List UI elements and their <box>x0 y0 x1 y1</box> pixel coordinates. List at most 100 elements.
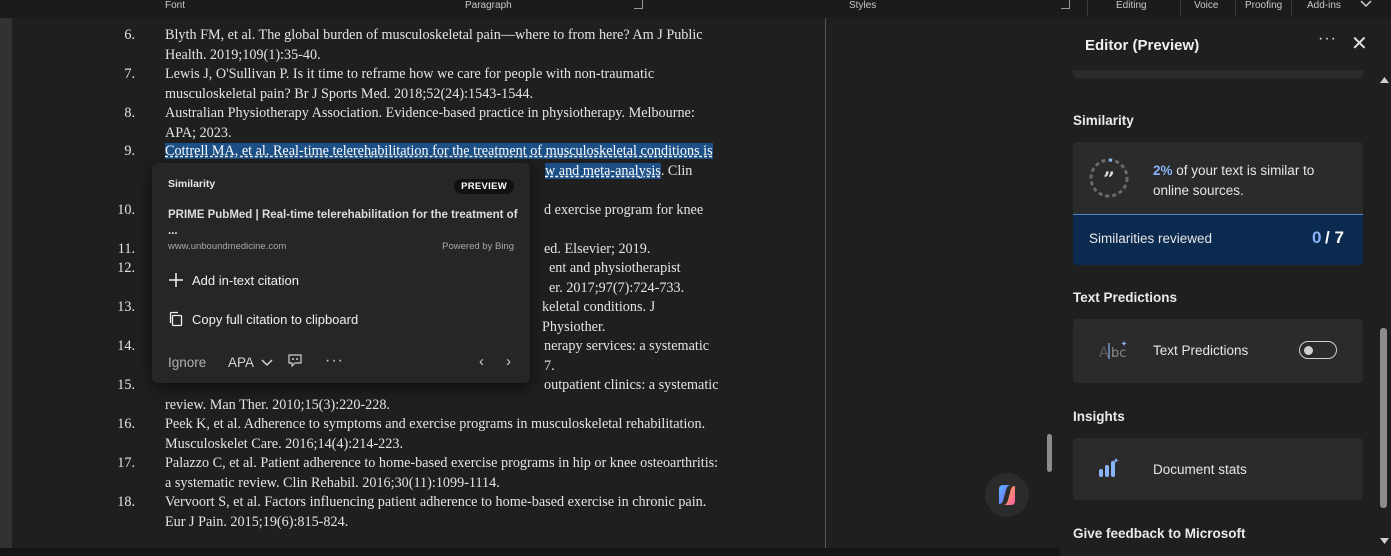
list-text: Eur J Pain. 2015;19(6):815-824. <box>165 513 349 530</box>
feedback-heading[interactable]: Give feedback to Microsoft <box>1073 526 1246 541</box>
svg-text:bc: bc <box>1111 346 1126 361</box>
list-text: Blyth FM, et al. The global burden of mu… <box>165 27 703 43</box>
list-text: Vervoort S, et al. Factors influencing p… <box>165 494 707 510</box>
copilot-button[interactable] <box>985 473 1029 517</box>
list-number: 15. <box>117 377 135 393</box>
similarity-summary: 2% of your text is similar to online sou… <box>1153 161 1314 201</box>
list-item[interactable]: 17. Palazzo C, et al. Patient adherence … <box>117 454 719 493</box>
similarity-popup: Similarity PREVIEW PRIME PubMed | Real-t… <box>152 163 530 383</box>
document-stats-icon <box>1099 458 1119 477</box>
ribbon-group-voice: Voice <box>1194 0 1219 11</box>
scroll-down-icon[interactable] <box>1380 537 1389 545</box>
copy-icon <box>169 311 183 327</box>
ribbon-group-proofing: Proofing <box>1245 0 1283 11</box>
similarity-highlight[interactable]: w and meta-analysis <box>545 162 661 179</box>
ribbon-separator <box>1180 0 1181 16</box>
add-citation-label: Add in-text citation <box>192 272 299 288</box>
source-url: www.unboundmedicine.com <box>168 241 287 252</box>
text-predictions-icon: A bc <box>1099 341 1127 361</box>
scroll-up-icon[interactable] <box>1380 76 1389 84</box>
list-text: . Clin <box>660 162 693 179</box>
list-number: 10. <box>117 202 135 218</box>
more-options-icon[interactable]: ··· <box>325 352 344 370</box>
list-text: Health. 2019;109(1):35-40. <box>165 46 321 63</box>
plus-icon <box>169 273 183 287</box>
similarities-total: / 7 <box>1325 228 1344 247</box>
pane-title: Editor (Preview) <box>1085 37 1200 54</box>
text-predictions-label: Text Predictions <box>1153 343 1249 358</box>
list-number: 12. <box>117 260 135 276</box>
ribbon-separator <box>1291 0 1292 16</box>
copilot-icon <box>999 485 1015 505</box>
list-number: 14. <box>117 338 135 354</box>
ignore-button[interactable]: Ignore <box>168 355 206 370</box>
ribbon-separator <box>1235 0 1236 16</box>
list-number: 11. <box>117 241 135 257</box>
preview-badge: PREVIEW <box>454 179 514 194</box>
insights-heading: Insights <box>1073 409 1125 424</box>
document-margin <box>826 18 1060 548</box>
chevron-down-icon <box>261 359 273 367</box>
list-text: Peek K, et al. Adherence to symptoms and… <box>165 416 706 432</box>
citation-feedback-icon[interactable] <box>287 353 303 369</box>
text-predictions-heading: Text Predictions <box>1073 290 1178 305</box>
styles-launcher-icon[interactable] <box>1061 0 1070 9</box>
document-scrollbar-thumb[interactable] <box>1047 434 1052 472</box>
similarity-text: online sources. <box>1153 183 1244 198</box>
next-icon[interactable]: › <box>506 353 511 370</box>
similarity-quote-icon: ” <box>1089 158 1129 198</box>
ribbon-group-editing: Editing <box>1116 0 1147 11</box>
document-stats-card[interactable]: Document stats <box>1073 438 1363 500</box>
list-text: Musculoskelet Care. 2016;14(4):214-223. <box>165 435 403 452</box>
ribbon-group-labels: Font Paragraph Styles Editing Voice Proo… <box>0 0 1391 19</box>
pane-scrollbar-thumb[interactable] <box>1380 328 1387 508</box>
ribbon-group-styles: Styles <box>849 0 877 11</box>
similarity-heading: Similarity <box>1073 113 1134 128</box>
list-text: APA; 2023. <box>165 124 232 141</box>
list-item[interactable]: 16. Peek K, et al. Adherence to symptoms… <box>117 415 719 454</box>
list-number: 8. <box>124 105 135 121</box>
list-number: 13. <box>117 299 135 315</box>
list-number: 7. <box>124 66 135 82</box>
source-title-link[interactable]: PRIME PubMed | Real-time telerehabilitat… <box>168 207 518 239</box>
list-number: 6. <box>124 27 135 43</box>
popup-title: Similarity <box>168 178 216 190</box>
list-text: a systematic review. Clin Rehabil. 2016;… <box>165 474 500 491</box>
text-predictions-toggle[interactable] <box>1299 341 1337 359</box>
toggle-knob <box>1304 345 1313 355</box>
add-citation-button[interactable]: Add in-text citation <box>168 272 299 288</box>
more-options-icon[interactable]: ··· <box>1318 30 1337 48</box>
close-icon[interactable]: ✕ <box>1351 34 1368 54</box>
list-number: 18. <box>117 494 135 510</box>
list-number: 17. <box>117 455 135 471</box>
ribbon-group-font: Font <box>165 0 186 11</box>
list-text: Lewis J, O'Sullivan P. Is it time to ref… <box>165 66 655 82</box>
svg-text:A: A <box>1099 345 1109 361</box>
powered-by-bing: Powered by Bing <box>442 241 514 252</box>
previous-card-edge <box>1073 70 1363 78</box>
svg-text:”: ” <box>1103 167 1115 191</box>
paragraph-launcher-icon[interactable] <box>634 0 643 9</box>
text-predictions-card[interactable]: A bc Text Predictions <box>1073 319 1363 383</box>
ribbon-collapse-chevron-icon[interactable] <box>1360 0 1372 8</box>
previous-icon[interactable]: ‹ <box>479 353 484 370</box>
list-item[interactable]: 7. Lewis J, O'Sullivan P. Is it time to … <box>124 65 719 104</box>
similarity-percent: 2% <box>1153 163 1173 178</box>
document-stats-label: Document stats <box>1153 462 1247 477</box>
similarity-highlight[interactable]: Cottrell MA, et al. Real-time telerehabi… <box>165 143 713 159</box>
list-item[interactable]: 8. Australian Physiotherapy Association.… <box>124 104 719 143</box>
similarities-reviewed-bar[interactable]: Similarities reviewed 0 / 7 <box>1073 214 1363 265</box>
ribbon-separator <box>1087 0 1088 16</box>
similarities-reviewed-label: Similarities reviewed <box>1089 231 1213 246</box>
citation-style-dropdown[interactable]: APA <box>228 355 273 370</box>
list-number: 9. <box>124 143 135 159</box>
similarity-text: of your text is similar to <box>1176 163 1315 178</box>
list-item[interactable]: 18. Vervoort S, et al. Factors influenci… <box>117 493 719 532</box>
list-item[interactable]: 6. Blyth FM, et al. The global burden of… <box>124 26 719 65</box>
list-text: musculoskeletal pain? Br J Sports Med. 2… <box>165 85 534 102</box>
copy-citation-button[interactable]: Copy full citation to clipboard <box>168 311 358 327</box>
copy-citation-label: Copy full citation to clipboard <box>192 311 359 327</box>
similarity-card[interactable]: ” 2% of your text is similar to online s… <box>1073 142 1363 265</box>
ribbon-group-addins: Add-ins <box>1307 0 1341 11</box>
list-text: Palazzo C, et al. Patient adherence to h… <box>165 455 719 471</box>
